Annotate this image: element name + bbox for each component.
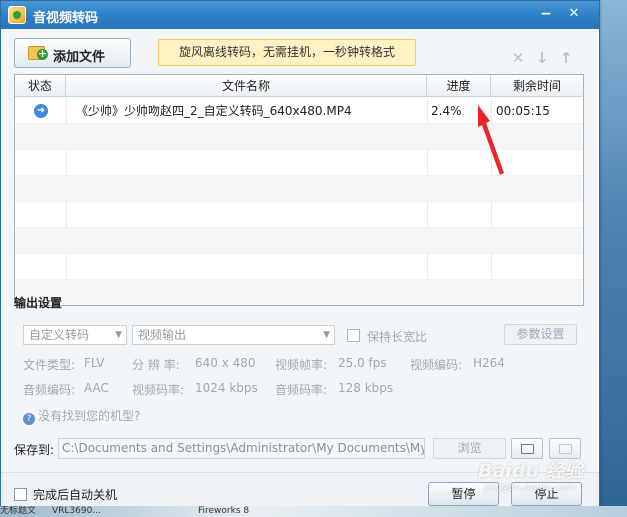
red-annotation-arrow	[478, 105, 504, 175]
audio-bitrate-label: 音频码率:	[275, 383, 328, 397]
file-name-cell: 《少帅》少帅吻赵四_2_自定义转码_640x480.MP4	[76, 104, 352, 118]
folder-add-icon	[28, 46, 48, 60]
video-codec-label: 视频编码:	[410, 358, 463, 372]
bottom-bar: 完成后自动关机 暂停 停止	[1, 472, 599, 509]
taskbar: 无标题文 VRL3690... Fireworks 8	[0, 506, 627, 517]
window-title: 音视频转码	[33, 11, 99, 26]
arrow-right-circle-icon: ➜	[34, 104, 48, 118]
save-path-field[interactable]: C:\Documents and Settings\Administrator\…	[58, 438, 425, 459]
progress-cell: 2.4%	[431, 104, 462, 118]
file-type-value: FLV	[84, 356, 105, 370]
audio-codec-label: 音频编码:	[23, 383, 76, 397]
export-icon	[559, 444, 572, 454]
open-folder-button[interactable]	[511, 438, 543, 459]
transcode-window: 音视频转码 − ✕ 添加文件 旋风离线转码，无需挂机，一秒钟转格式 ✕ ↓ ↑ …	[0, 0, 600, 510]
taskbar-item[interactable]: VRL3690...	[52, 506, 101, 517]
browse-button[interactable]: 浏览	[433, 438, 506, 459]
header-filename[interactable]: 文件名称	[66, 75, 427, 97]
file-type-label: 文件类型:	[23, 358, 76, 372]
export-button[interactable]	[549, 438, 581, 459]
keep-ratio-checkbox[interactable]	[347, 329, 360, 342]
stop-button[interactable]: 停止	[511, 482, 582, 506]
folder-open-icon	[521, 444, 534, 454]
offline-transcode-promo[interactable]: 旋风离线转码，无需挂机，一秒钟转格式	[158, 39, 416, 66]
framerate-label: 视频帧率:	[275, 358, 328, 372]
audio-bitrate-value: 128 kbps	[338, 381, 394, 395]
add-file-label: 添加文件	[53, 50, 106, 65]
empty-row	[15, 228, 583, 254]
resolution-value: 640 x 480	[195, 356, 256, 370]
auto-shutdown-checkbox[interactable]	[14, 488, 27, 501]
auto-shutdown-label: 完成后自动关机	[33, 488, 118, 502]
empty-row	[15, 176, 583, 202]
output-type-select[interactable]: 视频输出 ▼	[132, 325, 335, 345]
output-type-value: 视频输出	[138, 328, 187, 342]
params-settings-button[interactable]: 参数设置	[504, 324, 577, 345]
chevron-down-icon: ▼	[323, 330, 330, 340]
save-to-label: 保存到:	[14, 443, 55, 457]
desktop-background-right	[600, 0, 627, 517]
output-settings-title: 输出设置	[14, 296, 63, 310]
keep-ratio-label: 保持长宽比	[367, 330, 428, 344]
taskbar-item[interactable]: Fireworks 8	[198, 506, 249, 517]
video-codec-value: H264	[473, 356, 505, 370]
header-progress[interactable]: 进度	[427, 75, 491, 97]
taskbar-item[interactable]: 无标题文	[0, 506, 36, 517]
delete-icon[interactable]: ✕	[510, 50, 526, 66]
header-status[interactable]: 状态	[15, 75, 66, 97]
title-bar[interactable]: 音视频转码 − ✕	[1, 1, 599, 29]
app-icon	[8, 6, 26, 24]
header-remaining[interactable]: 剩余时间	[491, 75, 583, 97]
device-help-text: 没有找到您的机型?	[38, 409, 141, 423]
video-bitrate-label: 视频码率:	[132, 383, 185, 397]
table-header: 状态 文件名称 进度 剩余时间	[15, 75, 583, 97]
resolution-label: 分 辨 率:	[132, 358, 180, 372]
empty-row	[15, 254, 583, 280]
audio-codec-value: AAC	[84, 381, 109, 395]
help-icon: ?	[23, 413, 35, 425]
preset-select[interactable]: 自定义转码 ▼	[23, 325, 127, 345]
framerate-value: 25.0 fps	[338, 356, 387, 370]
move-down-icon[interactable]: ↓	[534, 50, 550, 66]
chevron-down-icon: ▼	[115, 330, 122, 340]
empty-row	[15, 280, 583, 305]
preset-select-value: 自定义转码	[29, 328, 90, 342]
add-file-button[interactable]: 添加文件	[14, 38, 131, 68]
pause-button[interactable]: 暂停	[428, 482, 499, 506]
device-help-link[interactable]: ? 没有找到您的机型?	[23, 407, 140, 425]
close-button[interactable]: ✕	[563, 4, 585, 24]
minimize-button[interactable]: −	[535, 4, 557, 24]
video-bitrate-value: 1024 kbps	[195, 381, 258, 395]
move-up-icon[interactable]: ↑	[558, 50, 574, 66]
empty-row	[15, 202, 583, 228]
